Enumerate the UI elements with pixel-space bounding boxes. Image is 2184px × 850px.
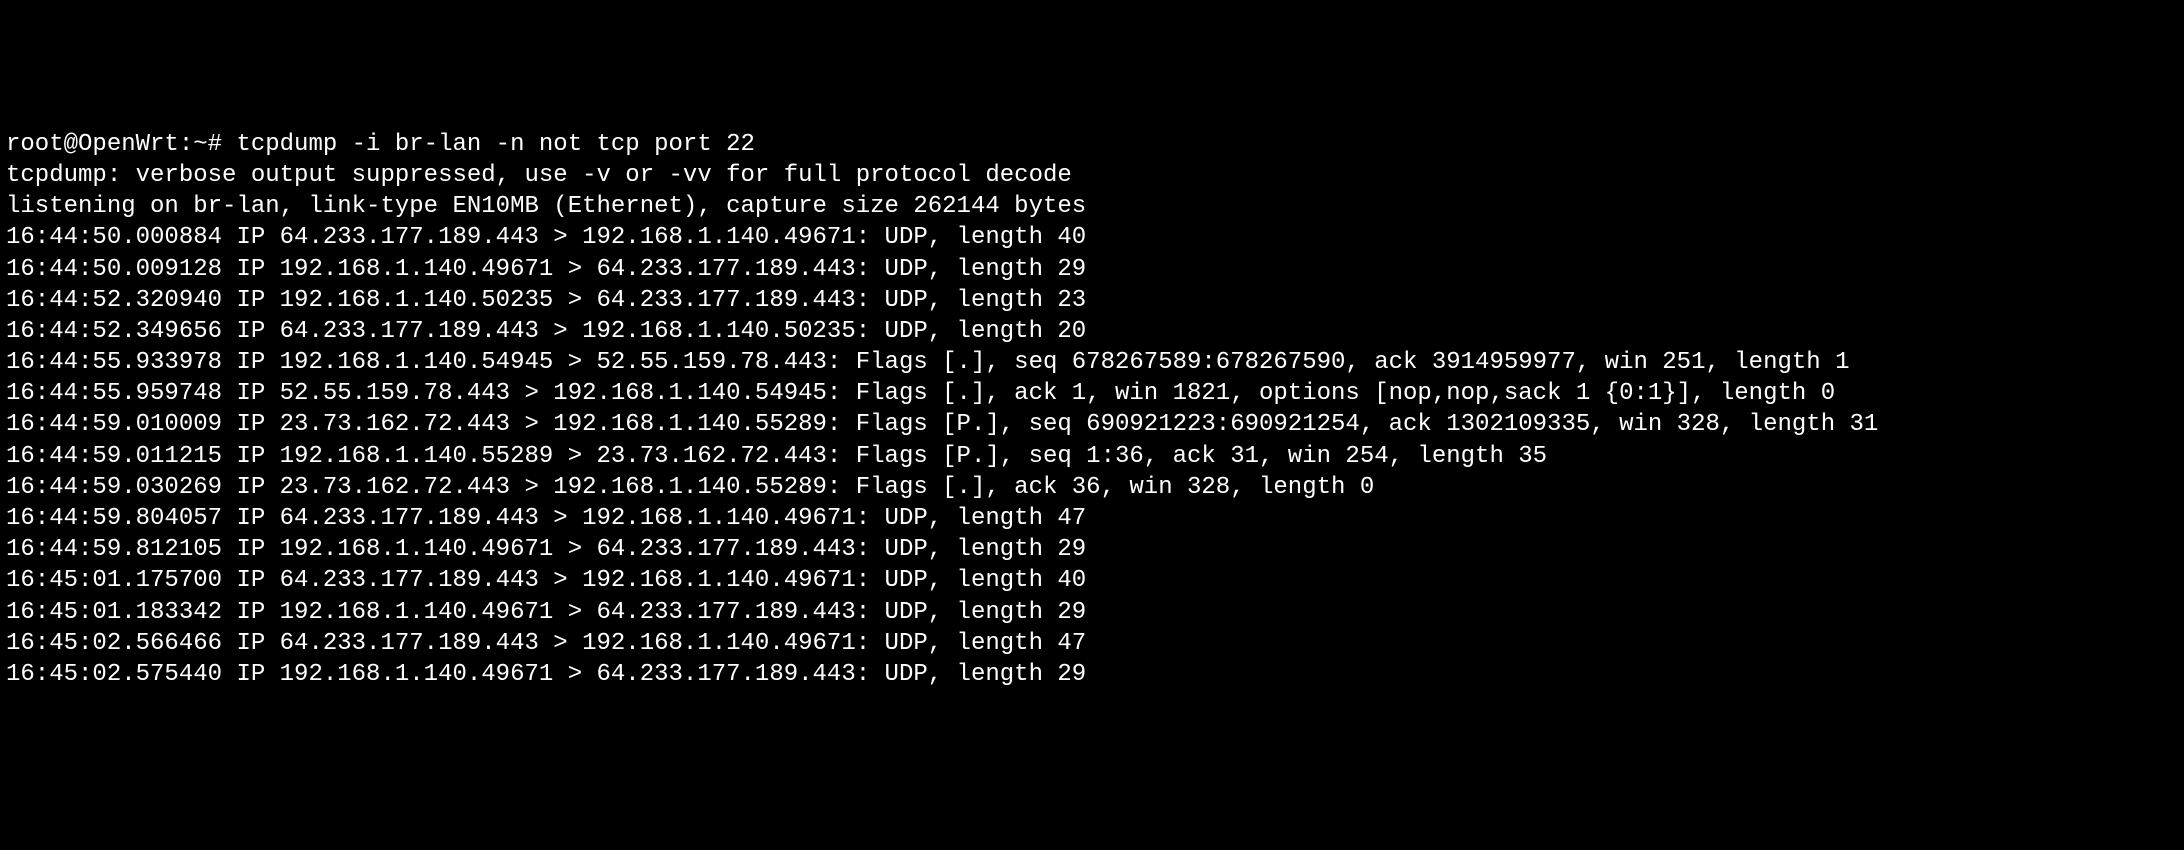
output-line: 16:44:52.320940 IP 192.168.1.140.50235 >…: [6, 285, 2178, 316]
output-line: 16:44:59.010009 IP 23.73.162.72.443 > 19…: [6, 409, 2178, 440]
shell-prompt: root@OpenWrt:~#: [6, 131, 236, 158]
output-line: 16:44:50.000884 IP 64.233.177.189.443 > …: [6, 222, 2178, 253]
command-text: tcpdump -i br-lan -n not tcp port 22: [236, 131, 754, 158]
output-line: 16:44:59.804057 IP 64.233.177.189.443 > …: [6, 503, 2178, 534]
output-line: 16:45:02.575440 IP 192.168.1.140.49671 >…: [6, 659, 2178, 690]
output-line: 16:45:01.183342 IP 192.168.1.140.49671 >…: [6, 597, 2178, 628]
output-line: 16:44:59.011215 IP 192.168.1.140.55289 >…: [6, 441, 2178, 472]
output-line: tcpdump: verbose output suppressed, use …: [6, 160, 2178, 191]
terminal-window[interactable]: root@OpenWrt:~# tcpdump -i br-lan -n not…: [6, 129, 2178, 690]
output-line: 16:45:02.566466 IP 64.233.177.189.443 > …: [6, 628, 2178, 659]
output-line: 16:44:59.812105 IP 192.168.1.140.49671 >…: [6, 534, 2178, 565]
output-line: 16:44:55.933978 IP 192.168.1.140.54945 >…: [6, 347, 2178, 378]
command-line: root@OpenWrt:~# tcpdump -i br-lan -n not…: [6, 129, 2178, 160]
output-line: 16:44:55.959748 IP 52.55.159.78.443 > 19…: [6, 378, 2178, 409]
output-line: 16:44:50.009128 IP 192.168.1.140.49671 >…: [6, 254, 2178, 285]
output-line: 16:44:52.349656 IP 64.233.177.189.443 > …: [6, 316, 2178, 347]
output-line: 16:45:01.175700 IP 64.233.177.189.443 > …: [6, 565, 2178, 596]
output-line: 16:44:59.030269 IP 23.73.162.72.443 > 19…: [6, 472, 2178, 503]
output-line: listening on br-lan, link-type EN10MB (E…: [6, 191, 2178, 222]
